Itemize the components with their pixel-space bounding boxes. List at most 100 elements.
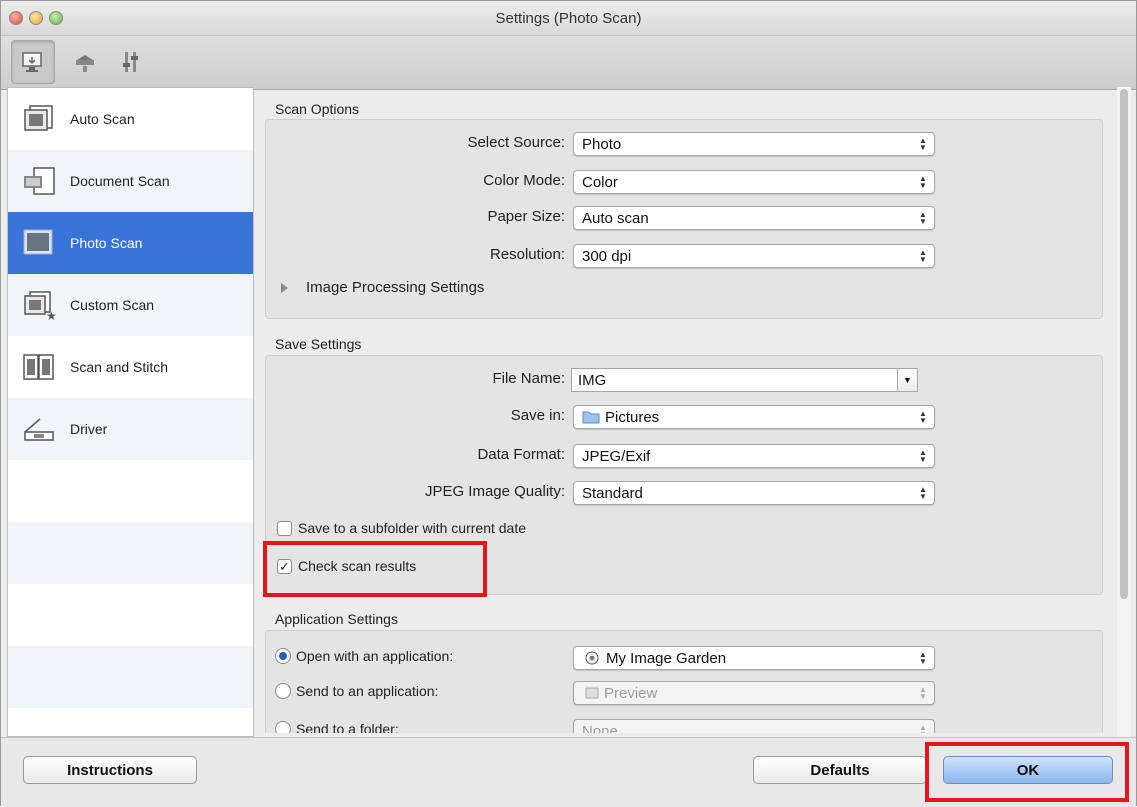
select-source-label: Select Source: (467, 134, 565, 151)
scan-type-sidebar: Auto Scan Document Scan Photo Scan ★ Cus… (7, 87, 254, 737)
file-name-label: File Name: (492, 370, 565, 387)
defaults-button[interactable]: Defaults (753, 756, 927, 784)
scan-and-stitch-icon (20, 348, 58, 386)
save-in-value: Pictures (605, 408, 660, 426)
scan-from-operation-panel-tab[interactable] (63, 40, 107, 84)
open-with-application-radio[interactable]: Open with an application: (275, 648, 453, 664)
image-processing-label: Image Processing Settings (306, 279, 485, 296)
general-settings-tab[interactable] (109, 40, 153, 84)
popup-arrows-icon: ▲▼ (919, 448, 927, 464)
sidebar-empty-row (8, 708, 253, 736)
data-format-popup[interactable]: JPEG/Exif ▲ ▼ (573, 444, 935, 468)
image-processing-disclosure[interactable]: Image Processing Settings (269, 279, 484, 296)
radio-button-selected[interactable] (275, 648, 291, 664)
scan-from-operation-panel-icon (76, 55, 94, 72)
data-format-value: JPEG/Exif (582, 447, 651, 465)
file-name-combobox[interactable]: IMG ▼ (571, 368, 918, 392)
subfolder-checkbox[interactable]: Save to a subfolder with current date (277, 520, 526, 536)
send-to-app-popup: Preview ▲ ▼ (573, 681, 935, 705)
window-title: Settings (Photo Scan) (495, 10, 642, 27)
sidebar-item-photo-scan[interactable]: Photo Scan (8, 212, 253, 274)
scrollbar-thumb[interactable] (1120, 89, 1128, 599)
popup-arrows-icon: ▲▼ (919, 248, 927, 264)
select-source-popup[interactable]: Photo ▲ ▼ (573, 132, 935, 156)
svg-text:★: ★ (46, 309, 56, 320)
data-format-label: Data Format: (477, 446, 565, 463)
sidebar-item-label: Custom Scan (70, 297, 155, 313)
resolution-label: Resolution: (489, 246, 565, 263)
photo-scan-icon (20, 224, 58, 262)
sidebar-item-label: Photo Scan (70, 235, 143, 251)
paper-size-value: Auto scan (582, 209, 649, 227)
sidebar-item-scan-and-stitch[interactable]: Scan and Stitch (8, 336, 253, 398)
sidebar-item-label: Document Scan (70, 173, 170, 189)
folder-icon (582, 411, 600, 424)
subfolder-label: Save to a subfolder with current date (298, 520, 527, 536)
open-with-label: Open with an application: (296, 648, 454, 664)
sidebar-empty-row (8, 584, 253, 646)
radio-button[interactable] (275, 683, 291, 699)
select-source-value: Photo (582, 135, 622, 153)
popup-arrows-icon: ▲▼ (919, 485, 927, 501)
paper-size-label: Paper Size: (487, 208, 565, 225)
preview-app-icon (585, 687, 599, 699)
jpeg-quality-label: JPEG Image Quality: (424, 483, 565, 500)
send-to-app-value: Preview (604, 684, 658, 702)
paper-size-popup[interactable]: Auto scan ▲ ▼ (573, 206, 935, 230)
resolution-popup[interactable]: 300 dpi ▲ ▼ (573, 244, 935, 268)
sidebar-item-driver[interactable]: Driver (8, 398, 253, 460)
title-bar: Settings (Photo Scan) (1, 1, 1136, 36)
popup-arrows-icon: ▲▼ (919, 723, 927, 734)
resolution-value: 300 dpi (582, 247, 632, 265)
color-mode-popup[interactable]: Color ▲ ▼ (573, 170, 935, 194)
popup-arrows-icon: ▲▼ (919, 685, 927, 701)
jpeg-quality-popup[interactable]: Standard ▲ ▼ (573, 481, 935, 505)
checkbox-box[interactable] (277, 520, 292, 536)
scan-from-computer-icon (22, 52, 42, 72)
button-bar: Instructions Defaults OK (1, 737, 1136, 807)
driver-icon (20, 410, 58, 448)
popup-arrows-icon: ▲▼ (919, 136, 927, 152)
auto-scan-icon (20, 100, 58, 138)
sidebar-empty-row (8, 460, 253, 522)
save-in-popup[interactable]: Pictures ▲ ▼ (573, 405, 935, 429)
file-name-value: IMG (578, 371, 607, 389)
application-value: My Image Garden (606, 649, 727, 667)
disclosure-triangle-icon (281, 282, 288, 293)
popup-arrows-icon: ▲▼ (919, 174, 927, 190)
settings-panel: Scan Options Select Source: Photo ▲ ▼ Col… (263, 93, 1111, 733)
my-image-garden-icon (585, 651, 599, 665)
sidebar-item-label: Driver (70, 421, 108, 437)
send-to-application-radio[interactable]: Send to an application: (275, 683, 438, 699)
document-scan-icon (20, 162, 58, 200)
save-in-label: Save in: (510, 407, 565, 424)
vertical-scrollbar[interactable] (1117, 87, 1131, 737)
toolbar (1, 36, 1136, 90)
color-mode-value: Color (582, 173, 618, 191)
send-to-app-label: Send to an application: (296, 683, 439, 699)
send-to-folder-radio[interactable]: Send to a folder: (275, 721, 399, 733)
application-settings-title: Application Settings (275, 611, 398, 627)
sidebar-empty-row (8, 522, 253, 584)
highlight-box (263, 541, 487, 597)
send-to-folder-label: Send to a folder: (296, 721, 399, 733)
scan-options-title: Scan Options (275, 101, 360, 117)
popup-arrows-icon: ▲▼ (919, 650, 927, 666)
send-to-folder-value: None (582, 722, 618, 734)
sidebar-item-custom-scan[interactable]: ★ Custom Scan (8, 274, 253, 336)
custom-scan-icon: ★ (20, 286, 58, 324)
save-settings-title: Save Settings (275, 336, 362, 352)
radio-button[interactable] (275, 721, 291, 733)
sidebar-empty-row (8, 646, 253, 708)
instructions-button[interactable]: Instructions (23, 756, 197, 784)
application-popup[interactable]: My Image Garden ▲ ▼ (573, 646, 935, 670)
settings-window: Settings (Photo Scan) Auto Scan Document… (0, 0, 1137, 807)
scan-from-computer-tab[interactable] (11, 40, 55, 84)
chevron-down-icon[interactable]: ▼ (897, 369, 917, 391)
send-to-folder-popup: None ▲▼ (573, 719, 935, 733)
sidebar-item-document-scan[interactable]: Document Scan (8, 150, 253, 212)
popup-arrows-icon: ▲▼ (919, 210, 927, 226)
jpeg-quality-value: Standard (582, 484, 643, 502)
sidebar-item-auto-scan[interactable]: Auto Scan (8, 88, 253, 150)
highlight-box (925, 742, 1129, 802)
